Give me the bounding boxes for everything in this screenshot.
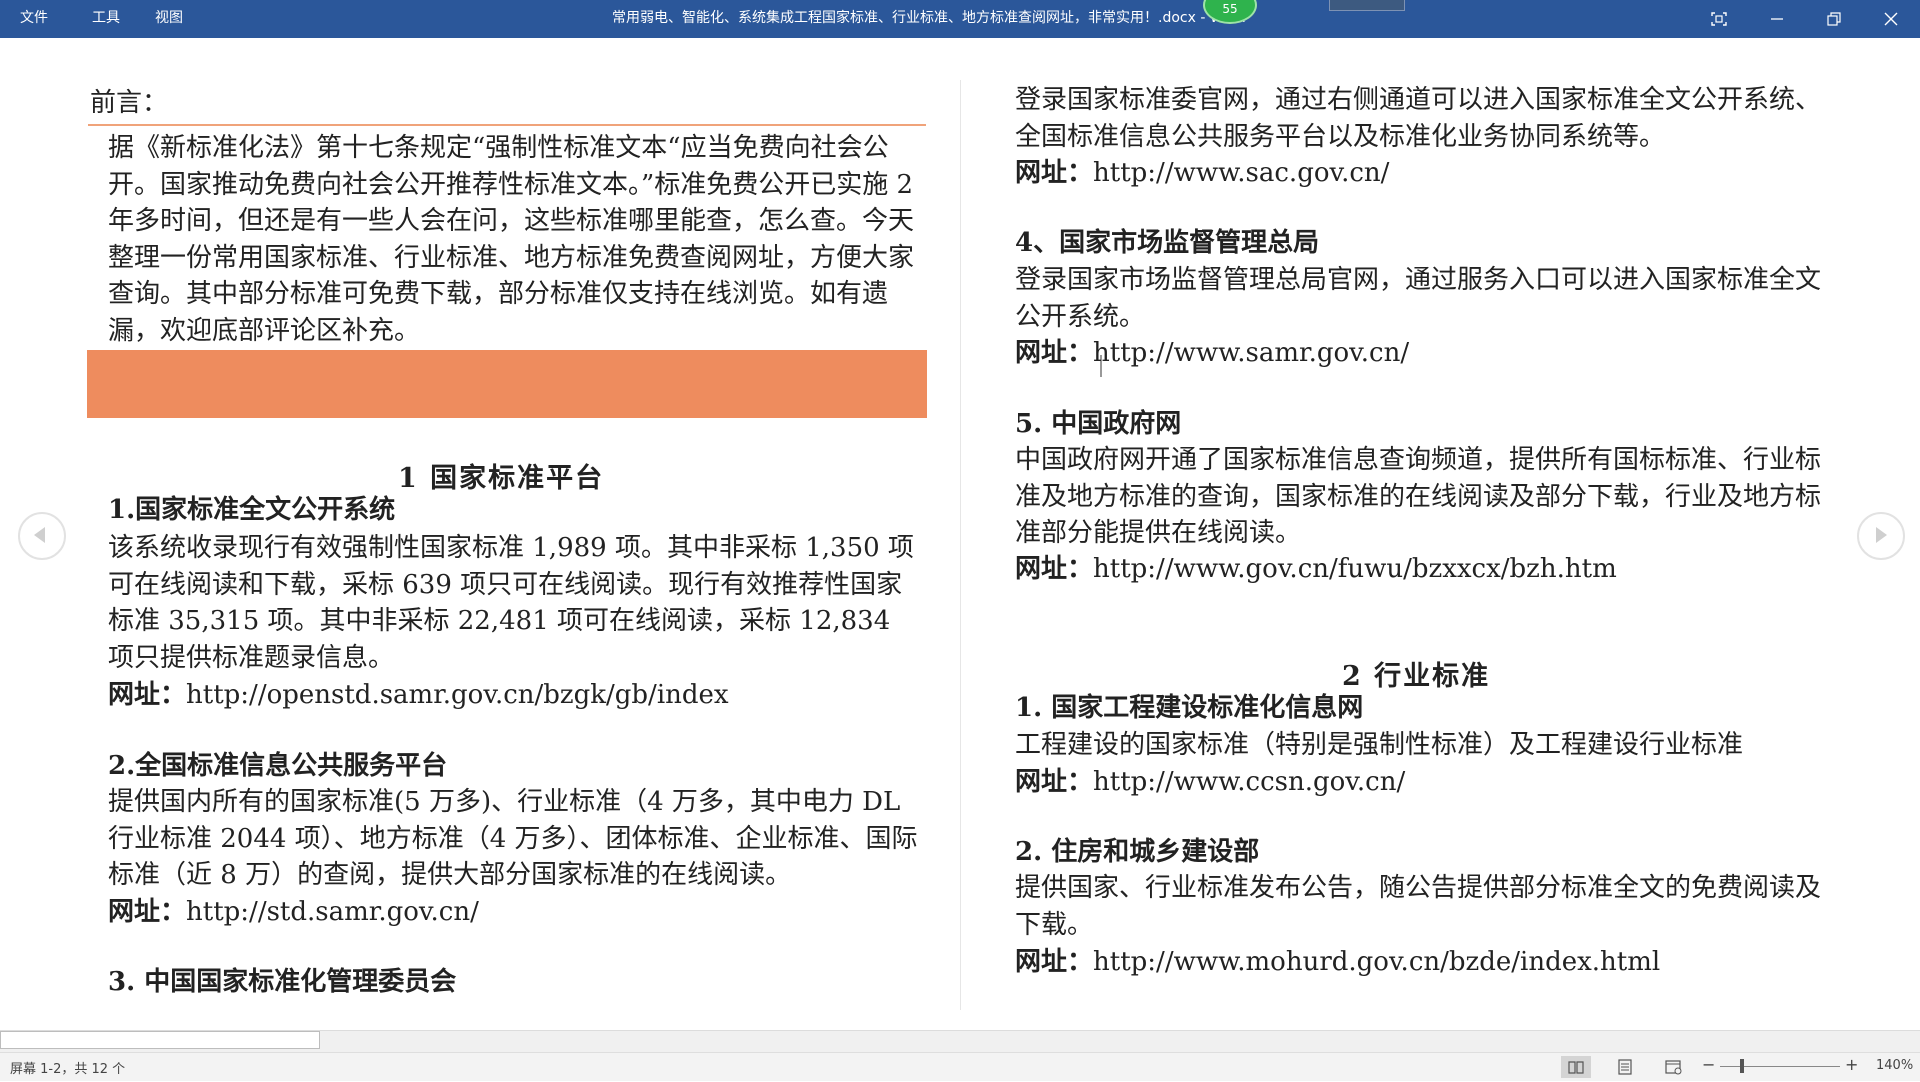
s2-item2-url-line: 网址：http://www.mohurd.gov.cn/bzde/index.h… bbox=[1015, 944, 1660, 981]
restore-icon bbox=[1827, 12, 1841, 26]
s2-item2-text: 提供国家、行业标准发布公告，随公告提供部分标准全文的免费阅读及下载。 bbox=[1015, 873, 1822, 940]
s1-item5-title: 5. 中国政府网 bbox=[1015, 409, 1182, 439]
restore-button[interactable] bbox=[1811, 0, 1857, 38]
s1-item1-title: 1.国家标准全文公开系统 bbox=[108, 495, 396, 525]
menu-tools[interactable]: 工具 bbox=[92, 0, 120, 38]
close-button[interactable] bbox=[1868, 0, 1914, 38]
document-title: 常用弱电、智能化、系统集成工程国家标准、行业标准、地方标准查阅网址，非常实用！.… bbox=[612, 10, 1246, 26]
focus-mode-button[interactable] bbox=[1696, 0, 1742, 38]
s2-item1-title: 1. 国家工程建设标准化信息网 bbox=[1015, 693, 1364, 723]
preface-text: 据《新标准化法》第十七条规定“强制性标准文本“应当免费向社会公开。国家推动免费向… bbox=[108, 133, 915, 346]
s2-item1-url[interactable]: http://www.ccsn.gov.cn/ bbox=[1093, 767, 1405, 797]
minimize-icon bbox=[1771, 18, 1783, 20]
s2-item2-title: 2. 住房和城乡建设部 bbox=[1015, 837, 1260, 867]
screen-thumbnail[interactable] bbox=[1329, 0, 1405, 11]
read-mode-button[interactable] bbox=[1561, 1056, 1591, 1078]
zoom-level[interactable]: 140% bbox=[1876, 1058, 1913, 1073]
s1-item5-url[interactable]: http://www.gov.cn/fuwu/bzxxcx/bzh.htm bbox=[1093, 554, 1617, 584]
s1-item2-url[interactable]: http://std.samr.gov.cn/ bbox=[186, 897, 479, 927]
page-info: 屏幕 1-2，共 12 个 bbox=[10, 1062, 126, 1077]
section2-heading: 2 行业标准 bbox=[1342, 661, 1491, 692]
s1-item2-title: 2.全国标准信息公共服务平台 bbox=[108, 751, 448, 781]
next-screen-button[interactable] bbox=[1857, 512, 1905, 560]
s1-item2-url-line: 网址：http://std.samr.gov.cn/ bbox=[108, 894, 479, 931]
section1-heading: 1 国家标准平台 bbox=[398, 463, 605, 494]
s2-item1-url-line: 网址：http://www.ccsn.gov.cn/ bbox=[1015, 764, 1405, 801]
orange-banner bbox=[87, 350, 927, 418]
horizontal-scroll-thumb[interactable] bbox=[0, 1031, 320, 1049]
close-icon bbox=[1884, 12, 1898, 26]
s1-item4-title: 4、国家市场监督管理总局 bbox=[1015, 228, 1320, 258]
s1-item5-url-line: 网址：http://www.gov.cn/fuwu/bzxxcx/bzh.htm bbox=[1015, 551, 1617, 588]
url-label: 网址： bbox=[108, 897, 187, 927]
status-bar: 屏幕 1-2，共 12 个 − + 140% bbox=[0, 1052, 1920, 1081]
web-layout-button[interactable] bbox=[1658, 1056, 1688, 1078]
zoom-out-button[interactable]: − bbox=[1702, 1055, 1715, 1074]
preface-title: 前言： bbox=[90, 88, 169, 118]
page-divider bbox=[960, 80, 961, 1010]
zoom-slider[interactable] bbox=[1720, 1066, 1840, 1067]
s1-item4-url-line: 网址：http://www.samr.gov.cn/ bbox=[1015, 335, 1409, 372]
zoom-in-button[interactable]: + bbox=[1845, 1055, 1858, 1074]
s1-item1-url-line: 网址：http://openstd.samr.gov.cn/bzgk/gb/in… bbox=[108, 677, 916, 714]
title-bar: 文件 工具 视图 常用弱电、智能化、系统集成工程国家标准、行业标准、地方标准查阅… bbox=[0, 0, 1920, 38]
read-mode-icon bbox=[1568, 1061, 1584, 1074]
prev-screen-button[interactable] bbox=[18, 512, 66, 560]
print-layout-button[interactable] bbox=[1610, 1056, 1640, 1078]
s1-item3-url[interactable]: http://www.sac.gov.cn/ bbox=[1093, 158, 1389, 188]
s1-item4-url[interactable]: http://www.samr.gov.cn/ bbox=[1093, 338, 1409, 368]
url-label: 网址： bbox=[1015, 158, 1094, 188]
focus-mode-icon bbox=[1711, 12, 1727, 26]
s2-item1-text: 工程建设的国家标准（特别是强制性标准）及工程建设行业标准 bbox=[1015, 730, 1744, 760]
text-cursor-icon bbox=[1100, 355, 1102, 377]
print-layout-icon bbox=[1618, 1059, 1632, 1075]
s1-item1-text: 该系统收录现行有效强制性国家标准 1,989 项。其中非采标 1,350 项可在… bbox=[108, 533, 914, 673]
url-label: 网址： bbox=[1015, 767, 1094, 797]
s1-item3-text: 登录国家标准委官网，通过右侧通道可以进入国家标准全文公开系统、全国标准信息公共服… bbox=[1015, 85, 1822, 152]
minimize-button[interactable] bbox=[1754, 0, 1800, 38]
s1-item3-url-line: 网址：http://www.sac.gov.cn/ bbox=[1015, 155, 1389, 192]
s1-item2-text: 提供国内所有的国家标准(5 万多)、行业标准（4 万多，其中电力 DL 行业标准… bbox=[108, 787, 918, 890]
prev-screen-icon bbox=[34, 527, 45, 543]
url-label: 网址： bbox=[1015, 338, 1094, 368]
url-label: 网址： bbox=[1015, 554, 1094, 584]
web-layout-icon bbox=[1665, 1060, 1682, 1075]
zoom-slider-thumb[interactable] bbox=[1740, 1059, 1744, 1073]
s1-item5-text: 中国政府网开通了国家标准信息查询频道，提供所有国标标准、行业标准及地方标准的查询… bbox=[1015, 445, 1822, 548]
menu-view[interactable]: 视图 bbox=[155, 0, 183, 38]
preface-rule bbox=[88, 124, 926, 126]
s1-item4-text: 登录国家市场监督管理总局官网，通过服务入口可以进入国家标准全文公开系统。 bbox=[1015, 265, 1822, 332]
menu-file[interactable]: 文件 bbox=[20, 0, 48, 38]
next-screen-icon bbox=[1876, 527, 1887, 543]
s1-item1-url[interactable]: http://openstd.samr.gov.cn/bzgk/gb/index bbox=[186, 680, 729, 710]
s2-item2-url[interactable]: http://www.mohurd.gov.cn/bzde/index.html bbox=[1093, 947, 1660, 977]
url-label: 网址： bbox=[1015, 947, 1094, 977]
s1-item3-title: 3. 中国国家标准化管理委员会 bbox=[108, 967, 457, 997]
url-label: 网址： bbox=[108, 680, 187, 710]
